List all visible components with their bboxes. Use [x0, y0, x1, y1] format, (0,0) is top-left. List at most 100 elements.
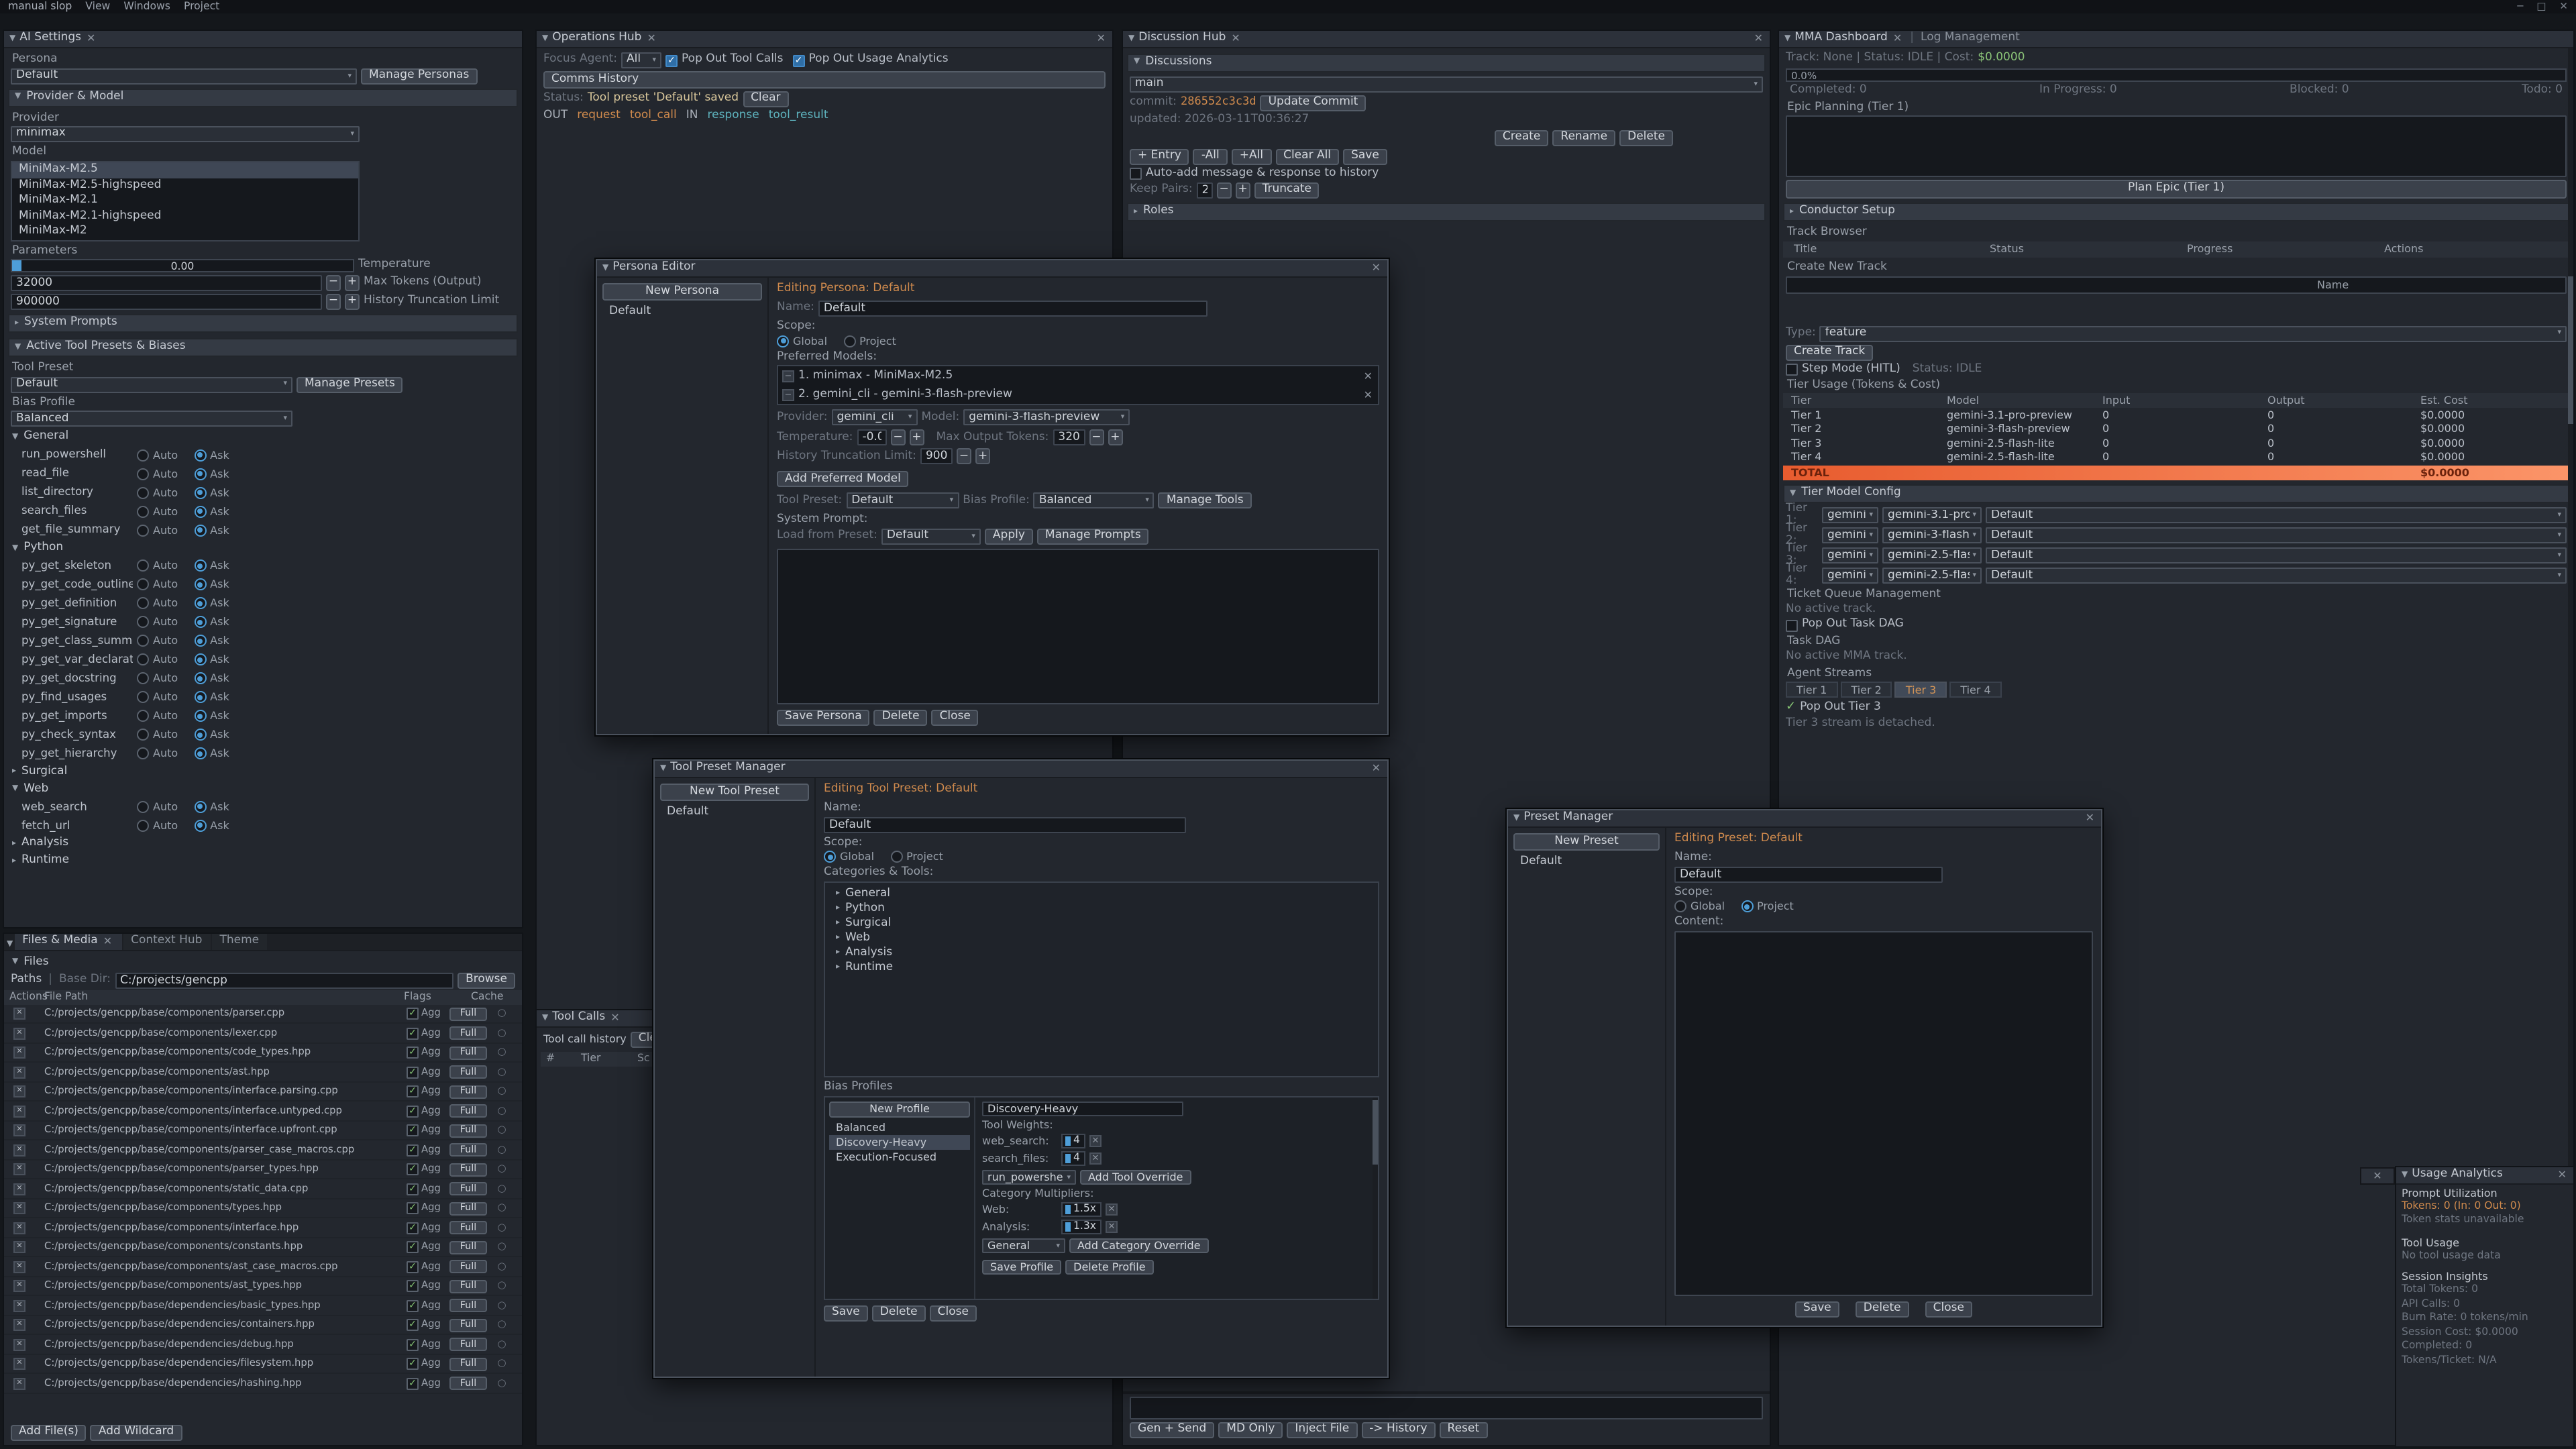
full-button[interactable]: Full — [449, 1182, 487, 1195]
scrollbar-thumb[interactable] — [2568, 276, 2573, 424]
tier-model-dropdown[interactable]: gemini-2.5-flash-lite▾ — [1882, 548, 1982, 564]
menu-project[interactable]: Project — [184, 1, 219, 13]
remove-file-button[interactable]: ✕ — [13, 1280, 25, 1292]
weight-slider[interactable]: 4 — [1061, 1151, 1085, 1166]
remove-file-button[interactable]: ✕ — [13, 1358, 25, 1370]
category-tree-item[interactable]: ▸General — [828, 888, 1375, 902]
category-tree-item[interactable]: ▸Analysis — [828, 947, 1375, 961]
bias-profile-list-item[interactable]: Discovery-Heavy — [829, 1135, 970, 1150]
tool-ask-radio[interactable] — [194, 729, 206, 741]
tool-auto-radio[interactable] — [137, 598, 149, 610]
tool-preset-dropdown[interactable]: Default▾ — [11, 376, 292, 392]
temperature-increment-button[interactable]: + — [909, 430, 924, 446]
agg-checkbox[interactable] — [407, 1377, 419, 1389]
remove-multiplier-icon[interactable]: ✕ — [1106, 1204, 1118, 1216]
close-icon[interactable]: ✕ — [2084, 812, 2096, 824]
remove-file-button[interactable]: ✕ — [13, 1183, 25, 1195]
scope-global-radio[interactable] — [777, 335, 789, 347]
remove-file-button[interactable]: ✕ — [13, 1027, 25, 1039]
create-discussion-button[interactable]: Create — [1495, 129, 1549, 146]
history-limit-input[interactable] — [920, 449, 953, 465]
truncate-button[interactable]: Truncate — [1254, 183, 1320, 199]
tool-auto-radio[interactable] — [137, 635, 149, 647]
persona-name-input[interactable] — [818, 301, 1208, 317]
to-history-button[interactable]: -> History — [1361, 1422, 1435, 1438]
stream-tab[interactable]: Tier 4 — [1949, 682, 2001, 698]
update-commit-button[interactable]: Update Commit — [1260, 95, 1366, 111]
rename-discussion-button[interactable]: Rename — [1552, 129, 1615, 146]
tier-provider-dropdown[interactable]: gemini▾ — [1822, 568, 1878, 584]
remove-file-button[interactable]: ✕ — [13, 1299, 25, 1311]
category-tree-item[interactable]: ▸Runtime — [828, 961, 1375, 976]
preset-list-item[interactable]: Default — [1513, 855, 1660, 870]
reset-button[interactable]: Reset — [1440, 1422, 1488, 1438]
tier-preset-dropdown[interactable]: Default▾ — [1986, 568, 2567, 584]
full-button[interactable]: Full — [449, 1279, 487, 1293]
tool-ask-radio[interactable] — [194, 692, 206, 704]
tool-auto-radio[interactable] — [137, 692, 149, 704]
close-dialog-button[interactable]: Close — [1925, 1301, 1972, 1318]
collapse-caret-icon[interactable]: ▼ — [1784, 34, 1790, 44]
collapse-caret-icon[interactable]: ▼ — [9, 34, 15, 44]
agg-checkbox[interactable] — [407, 1183, 419, 1195]
tool-auto-radio[interactable] — [137, 710, 149, 722]
remove-file-button[interactable]: ✕ — [13, 1202, 25, 1214]
tab-mma-dashboard[interactable]: MMA Dashboard — [1794, 32, 1888, 46]
persona-dropdown[interactable]: Default▾ — [11, 68, 357, 85]
tab-theme[interactable]: Theme — [211, 934, 267, 950]
browse-button[interactable]: Browse — [458, 973, 515, 989]
base-dir-input[interactable] — [115, 973, 453, 989]
tool-ask-radio[interactable] — [194, 635, 206, 647]
delete-preset-button[interactable]: Delete — [1856, 1301, 1909, 1318]
agg-checkbox[interactable] — [407, 1358, 419, 1370]
agg-checkbox[interactable] — [407, 1338, 419, 1350]
minus-all-button[interactable]: -All — [1193, 148, 1228, 164]
model-list-item[interactable]: MiniMax-M2.5 — [12, 162, 358, 178]
tool-ask-radio[interactable] — [194, 748, 206, 760]
history-limit-decrement-button[interactable]: − — [326, 294, 341, 311]
preset-content-textarea[interactable] — [1674, 932, 2093, 1297]
tab-context-hub[interactable]: Context Hub — [123, 934, 210, 950]
agg-checkbox[interactable] — [407, 1085, 419, 1097]
delete-persona-button[interactable]: Delete — [874, 710, 928, 726]
roles-section[interactable]: ▸Roles — [1127, 203, 1766, 222]
full-button[interactable]: Full — [449, 1143, 487, 1157]
category-tree-item[interactable]: ▸Python — [828, 902, 1375, 917]
group-analysis[interactable]: ▸Analysis — [4, 835, 522, 853]
agg-checkbox[interactable] — [407, 1105, 419, 1117]
preferred-model-row[interactable]: − 2. gemini_cli - gemini-3-flash-preview… — [778, 386, 1378, 405]
remove-file-button[interactable]: ✕ — [13, 1066, 25, 1078]
preferred-model-row[interactable]: − 1. minimax - MiniMax-M2.5 ✕ — [778, 367, 1378, 386]
check-icon[interactable]: ✓ — [1786, 701, 1796, 715]
tier-provider-dropdown[interactable]: gemini▾ — [1822, 548, 1878, 564]
pop-out-task-dag-checkbox[interactable] — [1786, 620, 1798, 632]
preset-name-input[interactable] — [1674, 866, 1943, 882]
maximize-button[interactable]: □ — [2536, 1, 2546, 12]
panel-close-icon[interactable]: ✕ — [1753, 33, 1764, 45]
scope-project-radio[interactable] — [843, 335, 855, 347]
weight-slider[interactable]: 4 — [1061, 1134, 1085, 1148]
scope-global-radio[interactable] — [824, 851, 836, 863]
history-limit-increment-button[interactable]: + — [345, 294, 360, 311]
stream-tab[interactable]: Tier 2 — [1840, 682, 1892, 698]
collapse-caret-icon[interactable]: ▼ — [1128, 34, 1134, 44]
plan-epic-button[interactable]: Plan Epic (Tier 1) — [1786, 180, 2567, 199]
agg-checkbox[interactable] — [407, 1222, 419, 1234]
prompt-input[interactable] — [1130, 1397, 1763, 1419]
pop-out-tool-calls-checkbox[interactable] — [665, 54, 678, 66]
save-tool-preset-button[interactable]: Save — [824, 1305, 868, 1322]
multiplier-slider[interactable]: 1.3x — [1061, 1220, 1102, 1235]
bias-profile-list-item[interactable]: Balanced — [829, 1120, 970, 1135]
remove-file-button[interactable]: ✕ — [13, 1260, 25, 1273]
full-button[interactable]: Full — [449, 1318, 487, 1332]
panel-close-icon[interactable]: ✕ — [1095, 33, 1107, 45]
tool-ask-radio[interactable] — [194, 468, 206, 480]
tool-auto-radio[interactable] — [137, 673, 149, 685]
tab-files-media[interactable]: Files & Media✕ — [14, 934, 121, 950]
clear-all-button[interactable]: Clear All — [1275, 148, 1339, 164]
manage-personas-button[interactable]: Manage Personas — [361, 68, 477, 85]
auto-add-checkbox[interactable] — [1130, 168, 1142, 180]
manage-tools-button[interactable]: Manage Tools — [1159, 493, 1252, 509]
tool-preset-list-item[interactable]: Default — [660, 805, 809, 820]
group-python[interactable]: ▼Python — [4, 539, 522, 557]
